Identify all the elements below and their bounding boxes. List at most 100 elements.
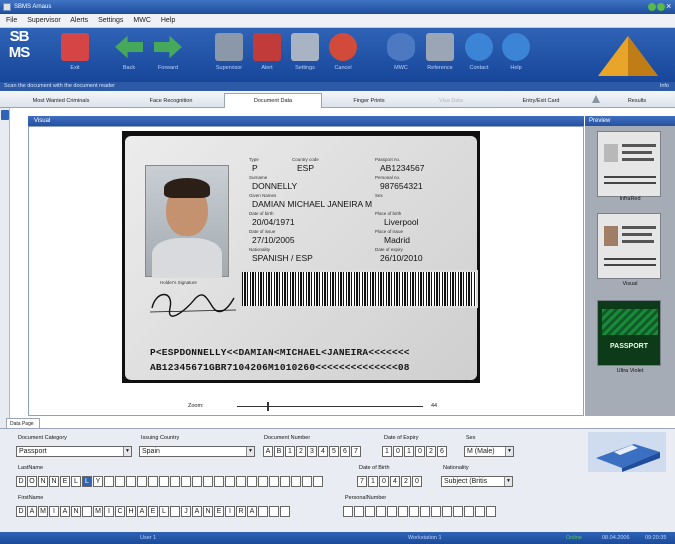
char-cell[interactable]: J	[181, 506, 191, 517]
char-cell[interactable]: E	[214, 506, 224, 517]
zoom-slider-thumb[interactable]	[267, 402, 269, 411]
char-cell[interactable]	[464, 506, 474, 517]
char-cell[interactable]: M	[93, 506, 103, 517]
char-cell[interactable]	[82, 506, 92, 517]
char-cell[interactable]	[269, 506, 279, 517]
cancel-button[interactable]: Cancel	[325, 33, 361, 79]
menu-help[interactable]: Help	[161, 17, 175, 24]
char-cell[interactable]	[387, 506, 397, 517]
char-cell[interactable]: C	[115, 506, 125, 517]
char-cell[interactable]: N	[49, 476, 59, 487]
char-cell[interactable]	[148, 476, 158, 487]
char-cell[interactable]: 0	[393, 446, 403, 457]
expiry-field[interactable]: 1 0 1 0 2 6	[382, 446, 447, 457]
char-cell[interactable]	[442, 506, 452, 517]
char-cell[interactable]	[159, 476, 169, 487]
char-cell[interactable]: A	[27, 506, 37, 517]
char-cell[interactable]	[313, 476, 323, 487]
char-cell[interactable]	[225, 476, 235, 487]
char-cell[interactable]	[409, 506, 419, 517]
tab-data-page[interactable]: Data Page	[6, 418, 40, 428]
char-cell[interactable]: 0	[379, 476, 389, 487]
char-cell[interactable]	[137, 476, 147, 487]
char-cell[interactable]	[192, 476, 202, 487]
char-cell[interactable]	[343, 506, 353, 517]
char-cell[interactable]: A	[60, 506, 70, 517]
menu-settings[interactable]: Settings	[98, 17, 123, 24]
char-cell[interactable]: D	[16, 506, 26, 517]
settings-button[interactable]: Settings	[287, 33, 323, 79]
char-cell[interactable]: M	[38, 506, 48, 517]
char-cell[interactable]	[475, 506, 485, 517]
char-cell[interactable]	[486, 506, 496, 517]
char-cell[interactable]: B	[274, 446, 284, 457]
menu-supervisor[interactable]: Supervisor	[27, 17, 60, 24]
char-cell[interactable]: H	[126, 506, 136, 517]
preview-infrared-thumb[interactable]	[597, 131, 661, 197]
char-cell[interactable]: 6	[340, 446, 350, 457]
minimize-icon[interactable]	[648, 3, 656, 11]
char-cell[interactable]	[354, 506, 364, 517]
char-cell[interactable]	[115, 476, 125, 487]
char-cell[interactable]	[247, 476, 257, 487]
doc-category-select[interactable]: Passport ▼	[16, 446, 132, 457]
sex-select[interactable]: M (Male) ▼	[464, 446, 514, 457]
char-cell[interactable]: N	[203, 506, 213, 517]
char-cell[interactable]	[214, 476, 224, 487]
char-cell[interactable]	[181, 476, 191, 487]
alert-button[interactable]: Alert	[250, 33, 284, 79]
char-cell[interactable]	[291, 476, 301, 487]
zoom-slider-track[interactable]	[237, 406, 423, 407]
contact-button[interactable]: Contact	[461, 33, 497, 79]
tab-face-recognition[interactable]: Face Recognition	[132, 94, 210, 108]
char-cell[interactable]	[431, 506, 441, 517]
char-cell[interactable]: A	[137, 506, 147, 517]
reference-button[interactable]: Reference	[420, 33, 460, 79]
char-cell[interactable]: 5	[329, 446, 339, 457]
char-cell[interactable]: 3	[307, 446, 317, 457]
close-icon[interactable]: ×	[666, 1, 671, 12]
char-cell[interactable]	[269, 476, 279, 487]
preview-visual-thumb[interactable]	[597, 213, 661, 279]
mwc-button[interactable]: MWC	[383, 33, 419, 79]
char-cell[interactable]	[280, 476, 290, 487]
exit-button[interactable]: Exit	[58, 33, 92, 79]
char-cell[interactable]: A	[263, 446, 273, 457]
tab-finger-prints[interactable]: Finger Prints	[330, 94, 408, 108]
char-cell[interactable]: A	[247, 506, 257, 517]
lastname-field[interactable]: D O N N E L L Y	[16, 476, 323, 487]
preview-ultraviolet-thumb[interactable]: PASSPORT	[597, 300, 661, 366]
supervisor-button[interactable]: Supervisor	[209, 33, 249, 79]
char-cell[interactable]: I	[104, 506, 114, 517]
char-cell[interactable]	[126, 476, 136, 487]
char-cell[interactable]: 4	[318, 446, 328, 457]
menu-mwc[interactable]: MWC	[133, 17, 151, 24]
menu-file[interactable]: File	[6, 17, 17, 24]
menu-alerts[interactable]: Alerts	[70, 17, 88, 24]
return-arrow-icon[interactable]	[1, 110, 9, 120]
char-cell[interactable]	[398, 506, 408, 517]
char-cell[interactable]	[258, 476, 268, 487]
nationality-select[interactable]: Subject (Britis ▼	[441, 476, 513, 487]
char-cell[interactable]: I	[225, 506, 235, 517]
personal-number-field[interactable]	[343, 506, 496, 517]
tab-most-wanted-criminals[interactable]: Most Wanted Criminals	[22, 94, 100, 108]
char-cell[interactable]: R	[236, 506, 246, 517]
char-cell[interactable]: L	[159, 506, 169, 517]
char-cell[interactable]: 0	[415, 446, 425, 457]
char-cell[interactable]: 6	[437, 446, 447, 457]
char-cell[interactable]: 7	[357, 476, 367, 487]
tab-entry-exit-card[interactable]: Entry/Exit Card	[502, 94, 580, 108]
char-cell[interactable]: 7	[351, 446, 361, 457]
char-cell[interactable]	[236, 476, 246, 487]
char-cell[interactable]	[302, 476, 312, 487]
char-cell[interactable]	[280, 506, 290, 517]
maximize-icon[interactable]	[657, 3, 665, 11]
char-cell[interactable]: 1	[382, 446, 392, 457]
char-cell[interactable]: 1	[285, 446, 295, 457]
char-cell[interactable]	[376, 506, 386, 517]
char-cell[interactable]	[170, 506, 180, 517]
char-cell[interactable]	[203, 476, 213, 487]
char-cell[interactable]: D	[16, 476, 26, 487]
char-cell[interactable]: N	[38, 476, 48, 487]
